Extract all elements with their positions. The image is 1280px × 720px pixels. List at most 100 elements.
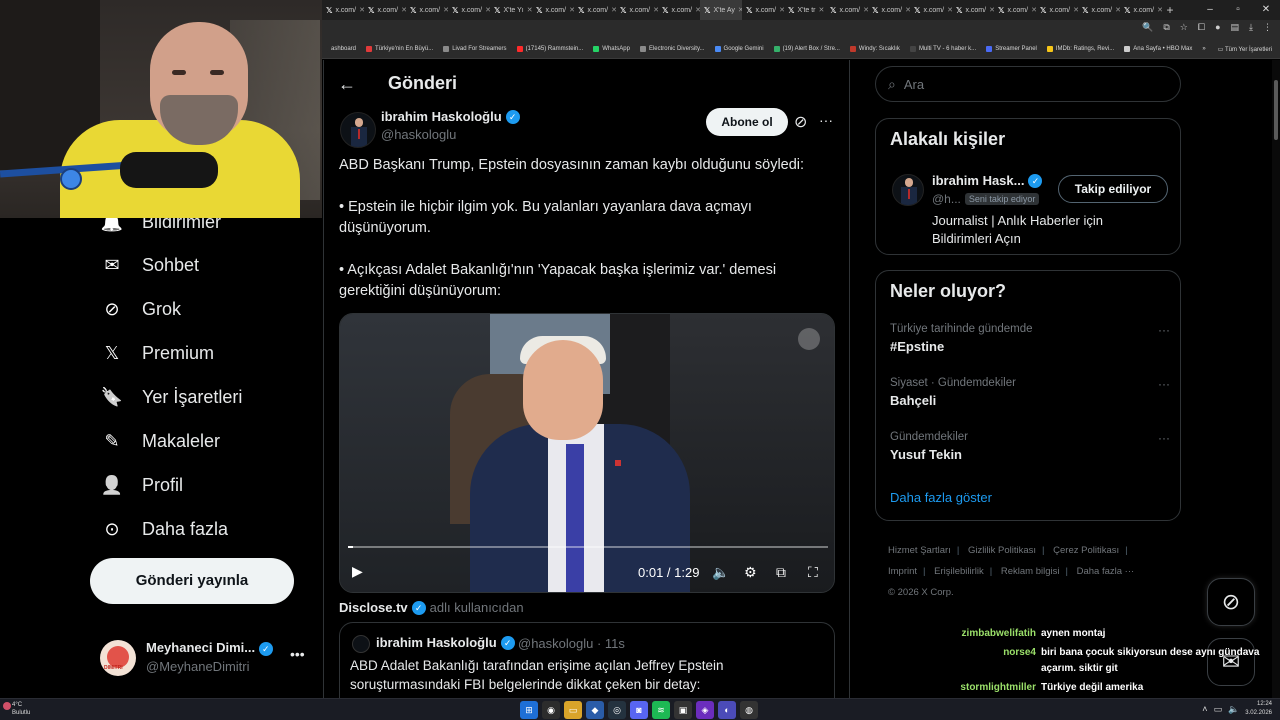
sidebar-item-grok[interactable]: ⊘ Grok	[100, 289, 181, 329]
quoted-post[interactable]: ibrahim Haskoloğlu ✓ @haskologlu · 11s A…	[339, 622, 835, 700]
browser-tab[interactable]: 𝕏 X'te tr ✕	[784, 0, 826, 20]
zoom-icon[interactable]: 🔍	[1142, 22, 1153, 33]
browser-tab[interactable]: 𝕏x.com/✕	[1036, 0, 1078, 20]
footer-link[interactable]: Erişilebilirlik	[934, 566, 984, 577]
footer-link[interactable]: Daha fazla ···	[1077, 566, 1135, 577]
sidebar-item-more-circle[interactable]: ⊙ Daha fazla	[100, 509, 228, 549]
discord-icon[interactable]: ◙	[630, 701, 648, 719]
browser-tab[interactable]: 𝕏x.com/✕	[322, 0, 364, 20]
browser-tab[interactable]: 𝕏x.com/✕	[742, 0, 784, 20]
more-icon[interactable]: •••	[290, 646, 305, 662]
browser-tab[interactable]: 𝕏x.com/✕	[406, 0, 448, 20]
subscribe-button[interactable]: Abone ol	[706, 108, 788, 136]
footer-link[interactable]: Reklam bilgisi	[1001, 566, 1060, 577]
sidebar-item-person[interactable]: 👤 Profil	[100, 465, 183, 505]
sidebar-item-mail[interactable]: ✉ Sohbet	[100, 245, 199, 285]
trend-item[interactable]: Siyaset · Gündemdekiler Bahçeli ···	[890, 377, 1170, 408]
bookmark-item[interactable]: Windy: Sıcaklık	[849, 46, 900, 52]
new-tab-button[interactable]: +	[1162, 3, 1178, 17]
more-icon[interactable]: ···	[819, 112, 833, 128]
app-icon[interactable]: ▣	[674, 701, 692, 719]
browser-tab[interactable]: 𝕏x.com/✕	[574, 0, 616, 20]
bookmark-item[interactable]: Livad For Streamers	[443, 46, 507, 52]
bookmark-item[interactable]: (17145) Rammstein...	[516, 46, 583, 52]
download-icon[interactable]: ⤓	[1249, 22, 1253, 33]
author-handle[interactable]: @haskologlu	[381, 127, 456, 142]
avatar[interactable]	[892, 174, 924, 206]
more-icon[interactable]: ···	[1158, 431, 1170, 445]
bookmark-item[interactable]: (19) Alert Box / Stre...	[773, 46, 840, 52]
menu-icon[interactable]: ⋮	[1263, 22, 1272, 33]
browser-tab[interactable]: 𝕏x.com/✕	[532, 0, 574, 20]
bookmark-item[interactable]: WhatsApp	[593, 46, 630, 52]
search-box[interactable]: ⌕	[875, 66, 1181, 102]
footer-link[interactable]: Hizmet Şartları	[888, 545, 951, 556]
extensions-icon[interactable]: ⧠	[1198, 22, 1205, 33]
bookmark-item[interactable]: IMDb: Ratings, Revi...	[1046, 46, 1114, 52]
obs-icon[interactable]: ◐	[718, 701, 736, 719]
bookmark-item[interactable]: Google Gemini	[714, 46, 764, 52]
bookmark-item[interactable]: Electronic Diversity...	[639, 46, 705, 52]
trend-item[interactable]: Türkiye tarihinde gündemde #Epstine ···	[890, 323, 1170, 354]
browser-tab[interactable]: 𝕏 X'te Yı ✕	[490, 0, 532, 20]
profile-icon[interactable]: ●	[1215, 22, 1220, 33]
grok-fab-button[interactable]: ⊘	[1207, 578, 1255, 626]
browser-tab[interactable]: 𝕏 X'te Ay ✕	[700, 0, 742, 20]
app-icon[interactable]: ◈	[696, 701, 714, 719]
bookmark-item[interactable]: ashboard	[322, 46, 356, 52]
weather-widget[interactable]: 4°C Bulutlu	[3, 701, 30, 717]
following-button[interactable]: Takip ediliyor	[1058, 175, 1168, 203]
fullscreen-icon[interactable]: ⛶	[808, 564, 818, 581]
post-button[interactable]: Gönderi yayınla	[90, 558, 294, 604]
browser-tab[interactable]: 𝕏x.com/✕	[658, 0, 700, 20]
sidepanel-icon[interactable]: ▤	[1231, 22, 1240, 33]
all-bookmarks[interactable]: ▭ Tüm Yer İşaretleri	[1218, 46, 1272, 53]
steam-icon[interactable]: ◎	[608, 701, 626, 719]
more-icon[interactable]: ···	[1158, 377, 1170, 391]
volume-icon[interactable]: 🔈	[1228, 704, 1239, 715]
clock[interactable]: 12:24 3.02.2026	[1245, 700, 1272, 718]
show-more-link[interactable]: Daha fazla göster	[890, 490, 992, 505]
install-icon[interactable]: ⧉	[1163, 22, 1169, 33]
more-icon[interactable]: ···	[1158, 323, 1170, 337]
pip-icon[interactable]: ⧉	[776, 564, 786, 581]
browser-tab[interactable]: 𝕏x.com/✕	[364, 0, 406, 20]
volume-icon[interactable]: 🔈	[712, 564, 729, 581]
browser-tab[interactable]: 𝕏x.com/✕	[952, 0, 994, 20]
sidebar-item-article[interactable]: ✎ Makaleler	[100, 421, 220, 461]
bookmark-item[interactable]: Ana Sayfa • HBO Max	[1124, 46, 1192, 52]
grok-icon[interactable]: ⊘	[794, 112, 807, 132]
browser-tab[interactable]: 𝕏x.com/✕	[1120, 0, 1162, 20]
bookmark-item[interactable]: Türkiye'nin En Büyü...	[366, 46, 433, 52]
browser-tab[interactable]: 𝕏x.com/✕	[868, 0, 910, 20]
star-icon[interactable]: ☆	[1180, 22, 1188, 33]
play-icon[interactable]: ▶	[352, 563, 363, 580]
chevron-up-icon[interactable]: ˄	[1202, 704, 1207, 714]
start-icon[interactable]: ⊞	[520, 701, 538, 719]
footer-link[interactable]: Imprint	[888, 566, 917, 577]
close-tab-icon[interactable]: ✕	[819, 6, 825, 14]
browser-tab[interactable]: 𝕏x.com/✕	[910, 0, 952, 20]
author-name[interactable]: ibrahim Haskoloğlu ✓	[381, 109, 520, 124]
related-user-name[interactable]: ibrahim Hask... ✓	[932, 173, 1043, 188]
account-switcher[interactable]: DIMITRI Meyhaneci Dimi... ✓ @MeyhaneDimi…	[100, 636, 310, 680]
messages-fab-button[interactable]: ✉	[1207, 638, 1255, 686]
browser-tab[interactable]: 𝕏x.com/✕	[1078, 0, 1120, 20]
sidebar-item-bookmark[interactable]: 🔖 Yer İşaretleri	[100, 377, 243, 417]
app-icon[interactable]: ◍	[740, 701, 758, 719]
network-icon[interactable]: ▭	[1214, 704, 1223, 715]
browser-tab[interactable]: 𝕏x.com/✕	[448, 0, 490, 20]
browser-tab[interactable]: 𝕏x.com/✕	[826, 0, 868, 20]
chrome-icon[interactable]: ◉	[542, 701, 560, 719]
browser-tab[interactable]: 𝕏x.com/✕	[616, 0, 658, 20]
back-arrow-icon[interactable]: ←	[338, 74, 356, 95]
footer-link[interactable]: Çerez Politikası	[1053, 545, 1119, 556]
minimize-button[interactable]: –	[1196, 0, 1224, 20]
page-scrollbar[interactable]	[1272, 60, 1280, 700]
spotify-icon[interactable]: ≋	[652, 701, 670, 719]
author-avatar[interactable]	[340, 112, 376, 148]
footer-link[interactable]: Gizlilik Politikası	[968, 545, 1036, 556]
settings-icon[interactable]: ⚙	[744, 564, 757, 581]
bookmark-item[interactable]: Streamer Panel	[986, 46, 1037, 52]
browser-tab[interactable]: 𝕏x.com/✕	[994, 0, 1036, 20]
